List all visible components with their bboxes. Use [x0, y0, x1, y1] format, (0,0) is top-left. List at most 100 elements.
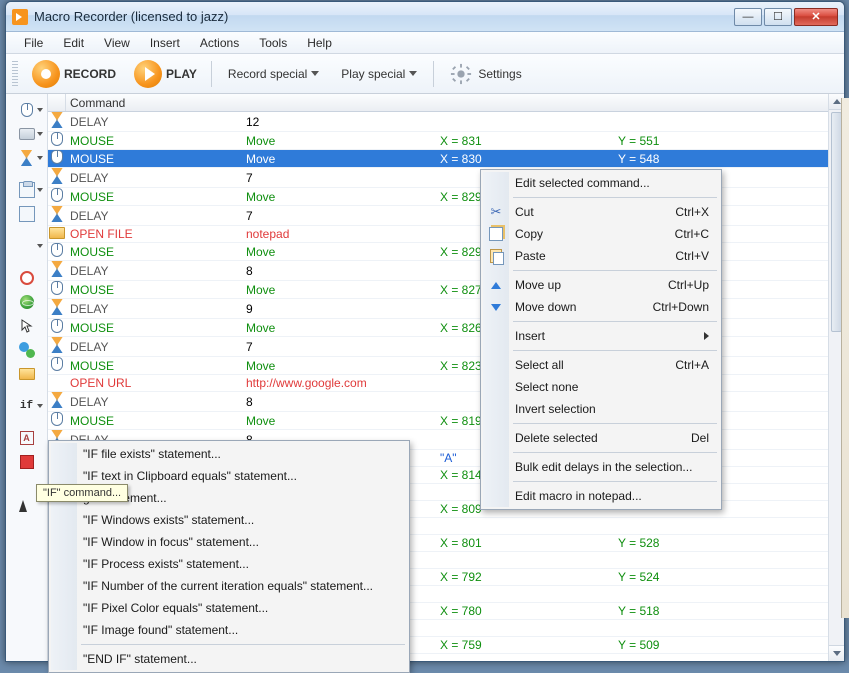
if-menu-item[interactable]: "IF file exists" statement... — [51, 443, 407, 465]
mouse-icon — [51, 150, 63, 164]
cmd-name: MOUSE — [70, 359, 114, 373]
lt-if[interactable]: if — [11, 396, 43, 416]
left-toolbar: if A — [6, 94, 48, 661]
cmd-name: OPEN URL — [70, 376, 131, 390]
grid-header[interactable]: Command — [48, 94, 844, 112]
menu-insert[interactable]: Insert — [140, 34, 190, 52]
if-menu-item[interactable]: "IF Windows exists" statement... — [51, 509, 407, 531]
record-button[interactable]: RECORD — [26, 58, 122, 90]
menu-file[interactable]: File — [14, 34, 53, 52]
cmd-param2: X = 827 — [440, 283, 482, 297]
menu-separator — [513, 270, 717, 271]
table-row[interactable]: DELAY12 — [48, 112, 844, 132]
cmd-param2: X = 809 — [440, 502, 482, 516]
cmd-param1: notepad — [246, 227, 289, 241]
context-menu-item[interactable]: Delete selectedDel — [483, 427, 719, 449]
cmd-param3: Y = 548 — [618, 152, 659, 166]
table-row[interactable]: OPEN FILEnotepad — [48, 226, 844, 243]
hourglass-icon — [49, 261, 65, 277]
context-menu-item[interactable]: Insert — [483, 325, 719, 347]
menu-separator — [513, 423, 717, 424]
submenu-arrow-icon — [704, 332, 709, 340]
table-row[interactable]: MOUSEMoveX = 830Y = 548 — [48, 150, 844, 168]
context-menu-item[interactable]: CopyCtrl+C — [483, 223, 719, 245]
lt-hourglass[interactable] — [11, 148, 43, 168]
toolbar-separator — [211, 61, 212, 87]
lt-cursor[interactable] — [11, 316, 43, 336]
menu-view[interactable]: View — [94, 34, 140, 52]
context-menu-item[interactable]: ✂CutCtrl+X — [483, 201, 719, 223]
cmd-name: DELAY — [70, 302, 108, 316]
table-row[interactable]: MOUSEMoveX = 829 — [48, 243, 844, 261]
if-menu-item[interactable]: "IF Window in focus" statement... — [51, 531, 407, 553]
play-button[interactable]: PLAY — [128, 58, 203, 90]
settings-button[interactable]: Settings — [442, 59, 527, 89]
lt-globe[interactable] — [11, 292, 43, 312]
context-menu-item[interactable]: Edit selected command... — [483, 172, 719, 194]
if-menu-item[interactable]: "IF Process exists" statement... — [51, 553, 407, 575]
menu-tools[interactable]: Tools — [249, 34, 297, 52]
menu-separator — [513, 321, 717, 322]
table-row[interactable]: DELAY7 — [48, 206, 844, 226]
context-menu-item[interactable]: Select allCtrl+A — [483, 354, 719, 376]
hourglass-icon — [49, 168, 65, 184]
lt-clipboard[interactable] — [11, 180, 43, 200]
cmd-param2: X = 792 — [440, 570, 482, 584]
table-row[interactable]: DELAY7 — [48, 337, 844, 357]
lt-key[interactable] — [11, 124, 43, 144]
play-special-dropdown[interactable]: Play special — [333, 64, 425, 84]
context-menu-item[interactable]: Move downCtrl+Down — [483, 296, 719, 318]
cmd-param2: X = 759 — [440, 638, 482, 652]
table-row[interactable]: MOUSEMoveX = 819 — [48, 412, 844, 430]
minimize-button[interactable]: — — [734, 8, 762, 26]
table-row[interactable]: DELAY8 — [48, 392, 844, 412]
context-menu-item[interactable]: Bulk edit delays in the selection... — [483, 456, 719, 478]
lt-rec[interactable] — [11, 268, 43, 288]
menu-actions[interactable]: Actions — [190, 34, 249, 52]
lt-gears[interactable] — [11, 340, 43, 360]
cmd-param1: Move — [246, 245, 275, 259]
close-button[interactable]: ✕ — [794, 8, 838, 26]
menu-separator — [81, 644, 405, 645]
lt-mouse[interactable] — [11, 100, 43, 120]
toolbar-grip[interactable] — [12, 61, 18, 87]
record-special-dropdown[interactable]: Record special — [220, 64, 327, 84]
mouse-icon — [51, 357, 63, 371]
cmd-name: MOUSE — [70, 321, 114, 335]
table-row[interactable]: MOUSEMoveX = 829 — [48, 188, 844, 206]
lt-paste[interactable] — [11, 204, 43, 224]
if-menu-item[interactable]: "END IF" statement... — [51, 648, 407, 670]
lt-red-sq[interactable] — [11, 452, 43, 472]
cmd-param2: X = 814 — [440, 468, 482, 482]
lt-box-a[interactable]: A — [11, 428, 43, 448]
table-row[interactable]: MOUSEMoveX = 826 — [48, 319, 844, 337]
table-row[interactable]: DELAY 9 — [48, 299, 844, 319]
if-menu-item[interactable]: "IF Image found" statement... — [51, 619, 407, 641]
context-menu-item[interactable]: Select none — [483, 376, 719, 398]
context-menu-item[interactable]: Move upCtrl+Up — [483, 274, 719, 296]
table-row[interactable]: MOUSEMoveX = 823 — [48, 357, 844, 375]
cmd-name: MOUSE — [70, 190, 114, 204]
pointer-icon — [19, 486, 27, 512]
background-window-edge — [841, 98, 849, 618]
context-menu-item[interactable]: PasteCtrl+V — [483, 245, 719, 267]
table-row[interactable]: DELAY8 — [48, 261, 844, 281]
table-row[interactable]: OPEN URLhttp://www.google.com — [48, 375, 844, 392]
context-menu-item[interactable]: Invert selection — [483, 398, 719, 420]
scroll-down-button[interactable] — [829, 645, 844, 661]
context-menu-item[interactable]: Edit macro in notepad... — [483, 485, 719, 507]
table-row[interactable]: MOUSEMoveX = 831Y = 551 — [48, 132, 844, 150]
mouse-icon — [51, 281, 63, 295]
lt-pencil[interactable] — [11, 236, 43, 256]
cmd-param1: 9 — [246, 302, 253, 316]
if-menu-item[interactable]: "IF Pixel Color equals" statement... — [51, 597, 407, 619]
titlebar[interactable]: Macro Recorder (licensed to jazz) — ☐ ✕ — [6, 2, 844, 32]
menu-help[interactable]: Help — [297, 34, 342, 52]
maximize-button[interactable]: ☐ — [764, 8, 792, 26]
chevron-down-icon — [311, 71, 319, 76]
table-row[interactable]: DELAY7 — [48, 168, 844, 188]
if-menu-item[interactable]: "IF Number of the current iteration equa… — [51, 575, 407, 597]
lt-folder[interactable] — [11, 364, 43, 384]
table-row[interactable]: MOUSEMoveX = 827 — [48, 281, 844, 299]
menu-edit[interactable]: Edit — [53, 34, 94, 52]
